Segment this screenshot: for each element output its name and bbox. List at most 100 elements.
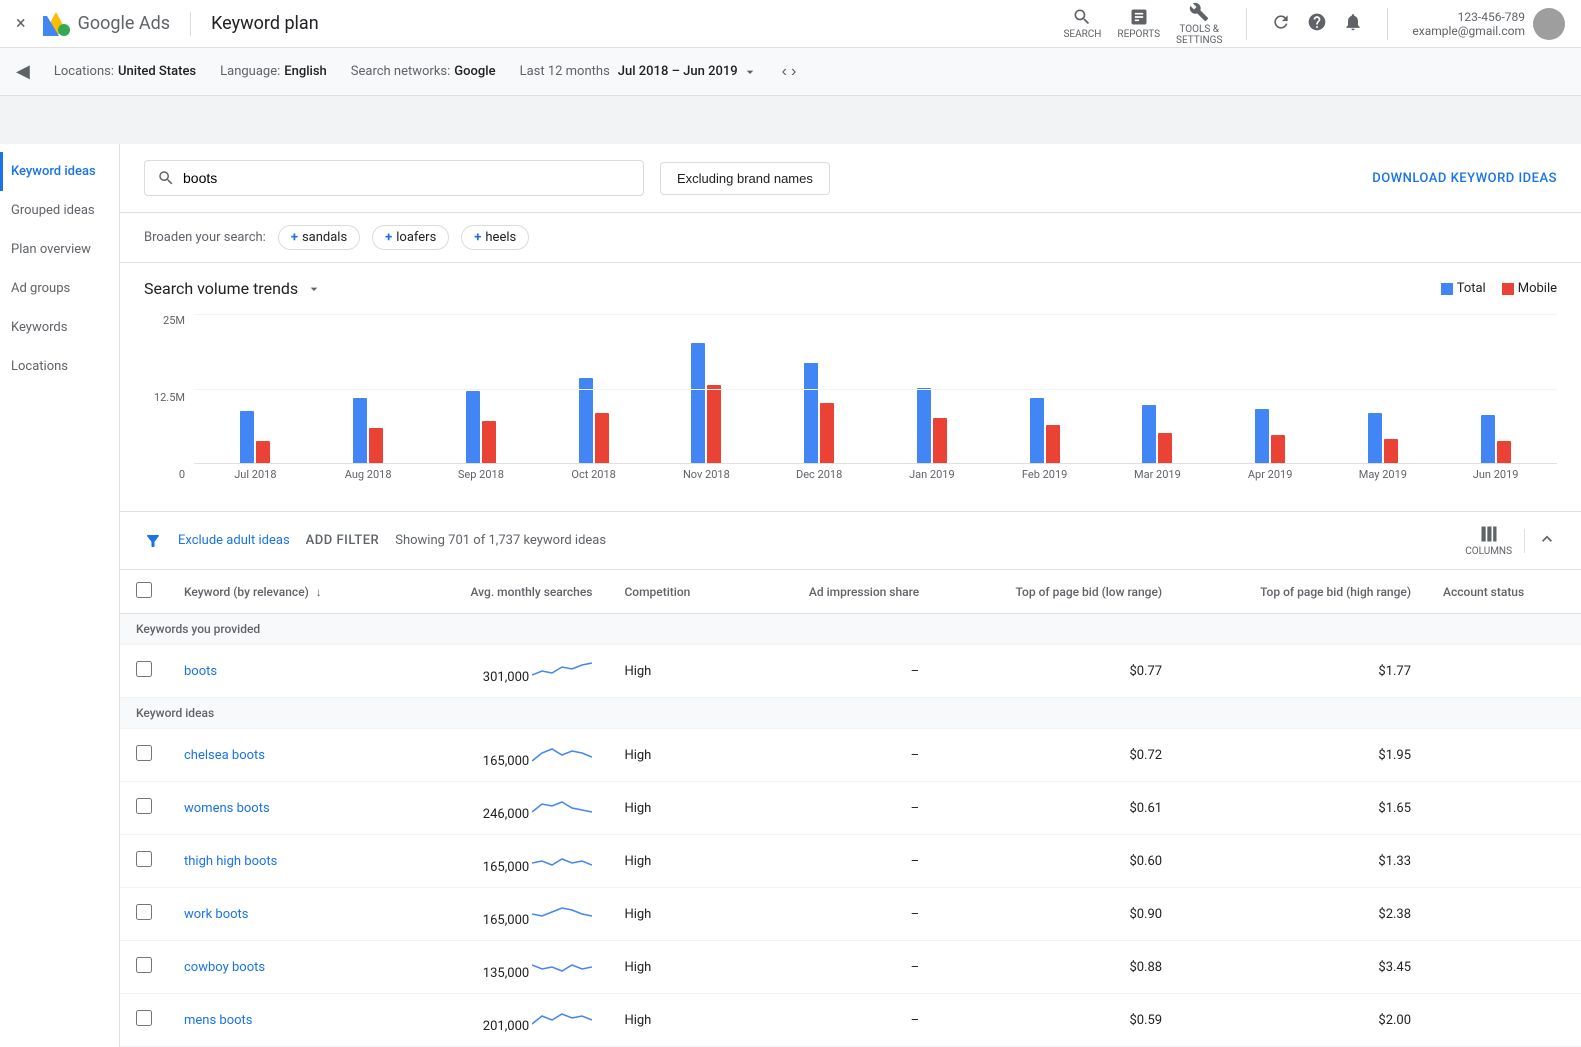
bar-blue-mar — [1142, 405, 1156, 463]
sidebar-item-locations[interactable]: Locations — [0, 347, 119, 386]
bar-red-nov — [707, 385, 721, 463]
row-checkbox-cowboy[interactable] — [136, 957, 152, 973]
avg-cell: 165,000 — [399, 835, 608, 888]
bar-blue-sep — [466, 391, 480, 463]
help-button[interactable] — [1307, 12, 1327, 36]
avg-cell: 135,000 — [399, 941, 608, 994]
keyword-link[interactable]: womens boots — [184, 801, 270, 816]
collapse-button[interactable] — [1524, 529, 1557, 553]
bar-red-apr — [1271, 435, 1285, 463]
keyword-link[interactable]: chelsea boots — [184, 748, 265, 763]
row-checkbox-chelsea[interactable] — [136, 745, 152, 761]
sidebar-item-grouped-ideas[interactable]: Grouped ideas — [0, 191, 119, 230]
brand-filter-button[interactable]: Excluding brand names — [660, 162, 830, 195]
language-filter: Language: English — [220, 64, 327, 79]
user-avatar[interactable] — [1533, 8, 1565, 40]
top-navigation: × Google Ads Keyword plan SEARCH REPORTS… — [0, 0, 1581, 48]
add-filter-button[interactable]: ADD FILTER — [306, 533, 380, 548]
bid-low-cell: $0.59 — [935, 994, 1178, 1047]
tools-nav-button[interactable]: TOOLS &SETTINGS — [1176, 2, 1222, 46]
keyword-cell: chelsea boots — [168, 729, 399, 782]
exclude-adult-link[interactable]: Exclude adult ideas — [178, 533, 290, 548]
row-checkbox-cell — [120, 729, 168, 782]
sidebar-item-keywords[interactable]: Keywords — [0, 308, 119, 347]
search-input[interactable] — [183, 170, 631, 186]
keyword-link[interactable]: cowboy boots — [184, 960, 265, 975]
avg-cell-boots: 301,000 — [399, 645, 608, 698]
bar-group-oct-2018 — [540, 378, 647, 463]
account-status-header[interactable]: Account status — [1427, 570, 1581, 614]
competition-header[interactable]: Competition — [608, 570, 741, 614]
reports-nav-button[interactable]: REPORTS — [1117, 7, 1160, 40]
bar-group-jan-2019 — [879, 388, 986, 463]
logo — [42, 10, 70, 38]
app-name: Google Ads — [78, 13, 170, 34]
columns-button[interactable]: COLUMNS — [1465, 524, 1512, 557]
bid-high-header[interactable]: Top of page bid (high range) — [1178, 570, 1427, 614]
x-label-apr-2019: Apr 2019 — [1217, 468, 1324, 481]
broaden-tag-loafers[interactable]: + loafers — [372, 225, 449, 250]
row-checkbox-mens[interactable] — [136, 1010, 152, 1026]
date-navigation: ‹ › — [782, 63, 797, 81]
legend-mobile-label: Mobile — [1518, 281, 1557, 296]
plus-icon-loafers: + — [385, 230, 392, 245]
y-axis: 25M 12.5M 0 — [144, 314, 189, 481]
language-value[interactable]: English — [284, 64, 327, 79]
notifications-button[interactable] — [1343, 12, 1363, 36]
user-email: example@gmail.com — [1412, 24, 1525, 38]
select-all-checkbox[interactable] — [136, 582, 152, 598]
date-next-button[interactable]: › — [791, 63, 796, 81]
date-prev-button[interactable]: ‹ — [782, 63, 787, 81]
provided-section-header: Keywords you provided — [120, 614, 1581, 645]
chart-dropdown-icon[interactable] — [306, 281, 322, 297]
keyword-link[interactable]: mens boots — [184, 1013, 253, 1028]
sidebar-item-keyword-ideas[interactable]: Keyword ideas — [0, 152, 119, 191]
date-value: Jul 2018 – Jun 2019 — [618, 64, 738, 79]
sort-arrow-icon: ↓ — [316, 585, 322, 599]
bar-red-mar — [1158, 433, 1172, 463]
impression-cell: – — [742, 888, 936, 941]
impression-cell: – — [742, 729, 936, 782]
refresh-button[interactable] — [1271, 12, 1291, 36]
bid-low-header[interactable]: Top of page bid (low range) — [935, 570, 1178, 614]
locations-label: Locations: — [54, 64, 114, 79]
x-label-dec-2018: Dec 2018 — [766, 468, 873, 481]
sidebar: Keyword ideas Grouped ideas Plan overvie… — [0, 144, 120, 1047]
avg-searches-header[interactable]: Avg. monthly searches — [399, 570, 608, 614]
locations-value[interactable]: United States — [118, 64, 196, 79]
google-ads-logo-icon — [42, 10, 70, 38]
search-nav-button[interactable]: SEARCH — [1063, 7, 1101, 40]
x-label-oct-2018: Oct 2018 — [540, 468, 647, 481]
row-checkbox-thigh[interactable] — [136, 851, 152, 867]
status-cell — [1427, 729, 1581, 782]
broaden-tag-sandals[interactable]: + sandals — [278, 225, 360, 250]
keyword-link-boots[interactable]: boots — [184, 664, 217, 679]
download-link[interactable]: DOWNLOAD KEYWORD IDEAS — [1372, 171, 1557, 186]
plus-icon-sandals: + — [291, 230, 298, 245]
row-checkbox-work[interactable] — [136, 904, 152, 920]
keyword-column-header[interactable]: Keyword (by relevance) ↓ — [168, 570, 399, 614]
keyword-link[interactable]: work boots — [184, 907, 249, 922]
sidebar-toggle[interactable]: ◀ — [16, 61, 30, 82]
x-label-nov-2018: Nov 2018 — [653, 468, 760, 481]
avg-value: 135,000 — [483, 966, 529, 981]
row-checkbox-womens[interactable] — [136, 798, 152, 814]
close-button[interactable]: × — [16, 13, 26, 34]
keyword-link[interactable]: thigh high boots — [184, 854, 277, 869]
keyword-cell: cowboy boots — [168, 941, 399, 994]
sidebar-item-plan-overview[interactable]: Plan overview — [0, 230, 119, 269]
ad-impression-header[interactable]: Ad impression share — [742, 570, 936, 614]
sidebar-item-ad-groups[interactable]: Ad groups — [0, 269, 119, 308]
bar-red-oct — [595, 413, 609, 463]
networks-value[interactable]: Google — [454, 64, 495, 79]
search-nav-label: SEARCH — [1063, 29, 1101, 40]
bar-group-aug-2018 — [315, 398, 422, 463]
competition-cell: High — [608, 729, 741, 782]
sparkline — [532, 794, 592, 818]
date-selector[interactable]: Last 12 months Jul 2018 – Jun 2019 — [520, 64, 758, 80]
date-label: Last 12 months — [520, 64, 610, 79]
bar-blue-apr — [1255, 409, 1269, 463]
broaden-tag-heels[interactable]: + heels — [461, 225, 529, 250]
row-checkbox-boots[interactable] — [136, 661, 152, 677]
impression-cell: – — [742, 941, 936, 994]
